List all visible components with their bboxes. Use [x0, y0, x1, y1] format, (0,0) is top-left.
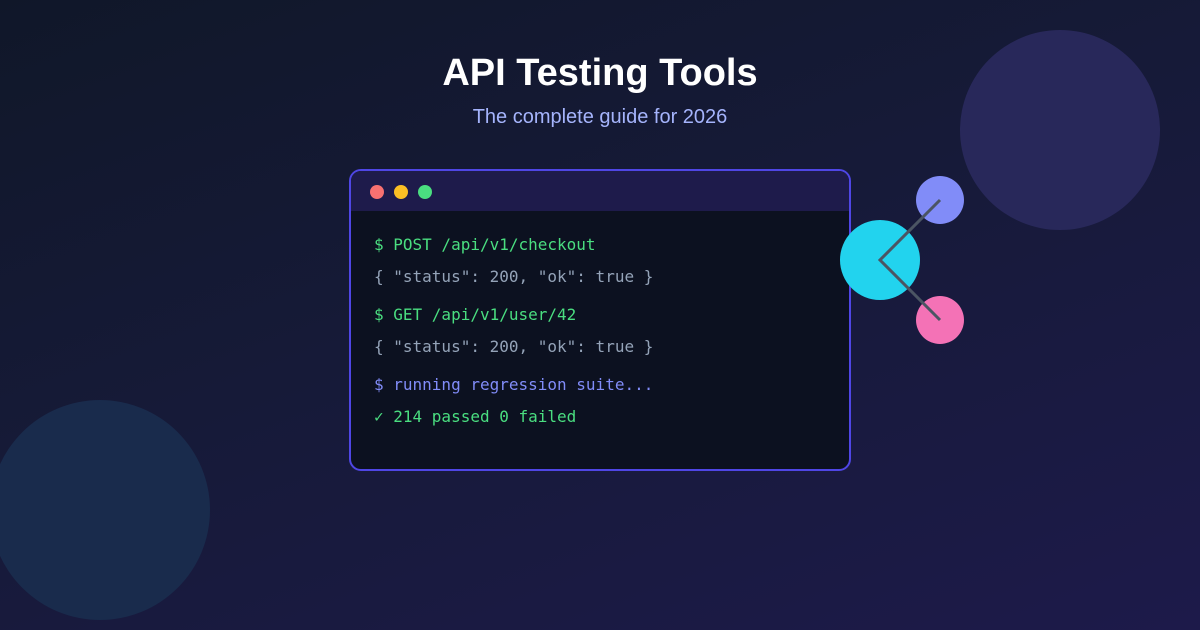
terminal-titlebar — [351, 171, 849, 211]
terminal-line-response: { "status": 200, "ok": true } — [374, 337, 654, 356]
terminal-line-result: ✓ 214 passed 0 failed — [374, 407, 577, 426]
decorative-circle-bottom-left — [0, 400, 210, 620]
terminal-window: $ POST /api/v1/checkout { "status": 200,… — [349, 169, 851, 471]
window-minimize-dot-icon — [394, 185, 408, 199]
page-subtitle: The complete guide for 2026 — [472, 106, 728, 128]
page-title: API Testing Tools — [442, 52, 758, 94]
network-nodes-illustration — [840, 176, 964, 344]
terminal-line-command: $ GET /api/v1/user/42 — [374, 305, 577, 324]
terminal-line-command: $ POST /api/v1/checkout — [374, 235, 596, 254]
window-close-dot-icon — [370, 185, 384, 199]
terminal-line-info: $ running regression suite... — [374, 375, 654, 394]
terminal-line-response: { "status": 200, "ok": true } — [374, 267, 654, 286]
window-maximize-dot-icon — [418, 185, 432, 199]
